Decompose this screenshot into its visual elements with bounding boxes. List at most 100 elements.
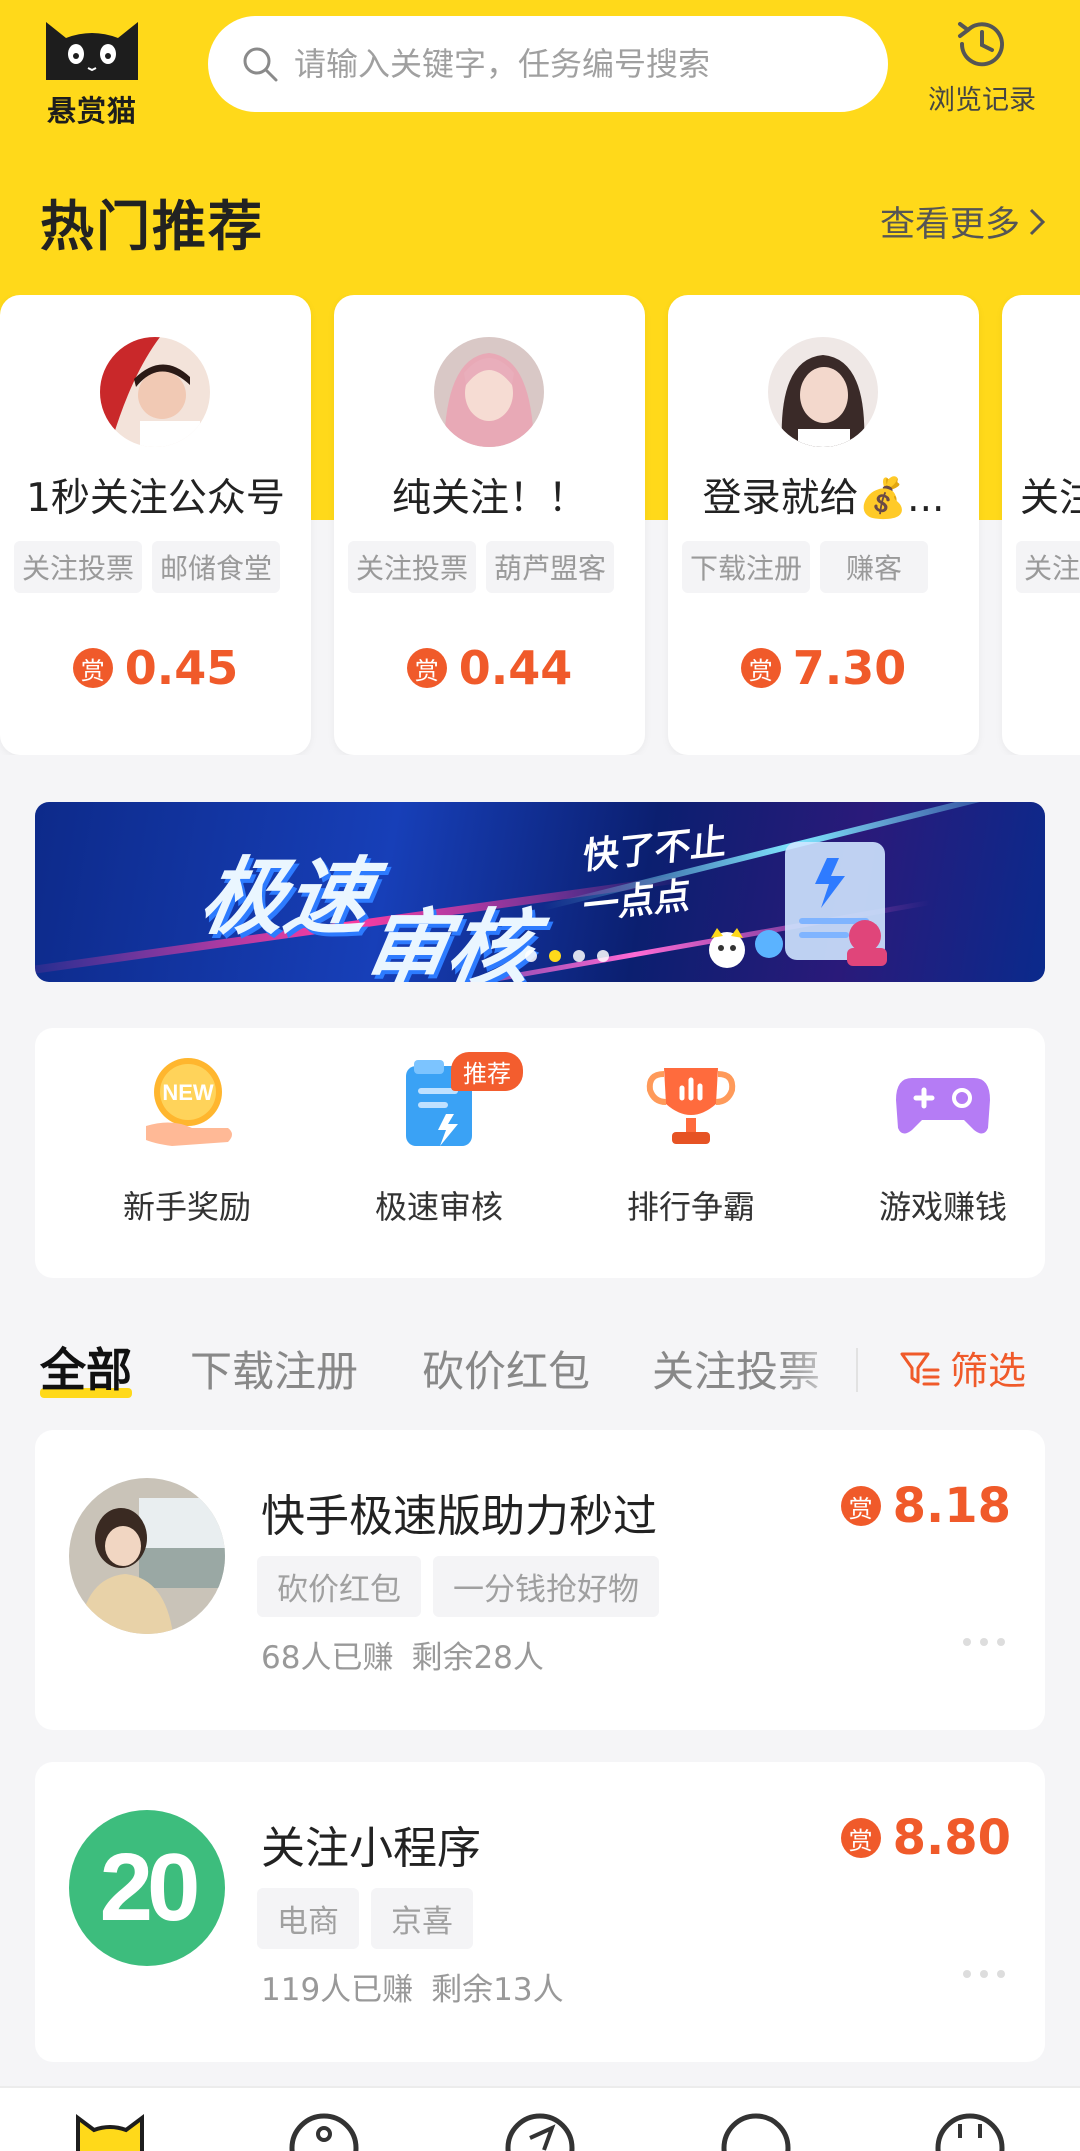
task-title: 关注小程序 xyxy=(261,1823,481,1874)
more-dots-icon[interactable] xyxy=(961,1634,1007,1650)
quick-item-newbie-reward[interactable]: NEW 新手奖励 xyxy=(87,1048,287,1268)
hot-card-title: 关注 xyxy=(1020,476,1080,521)
task-stats: 119人已赚 剩余13人 xyxy=(261,1964,564,2009)
hot-card-tags: 关注 xyxy=(1016,541,1080,593)
quick-item-label: 排行争霸 xyxy=(626,1188,755,1226)
tab-all[interactable]: 全部 xyxy=(40,1334,132,1400)
reward-badge: 赏 xyxy=(406,648,447,688)
avatar xyxy=(768,337,878,447)
tabs-divider xyxy=(856,1348,858,1392)
hot-card-tags: 关注投票 邮储食堂 xyxy=(14,541,304,593)
task-reward: 赏 8.80 xyxy=(840,1810,1011,1866)
more-dots-icon[interactable] xyxy=(961,1966,1007,1982)
nav-profile-icon[interactable] xyxy=(930,2104,1010,2151)
quick-item-label: 极速审核 xyxy=(374,1188,503,1226)
quick-item-label: 新手奖励 xyxy=(122,1188,251,1226)
nav-send-icon[interactable] xyxy=(500,2104,580,2151)
tabs-fade xyxy=(780,1330,856,1410)
quick-item-fast-review[interactable]: 推荐 极速审核 xyxy=(339,1048,539,1268)
reward-badge: 赏 xyxy=(840,1818,881,1858)
search-input[interactable] xyxy=(294,45,854,83)
quick-item-label: 游戏赚钱 xyxy=(878,1188,1007,1226)
recommend-badge: 推荐 xyxy=(451,1052,523,1091)
filter-button[interactable]: 筛选 xyxy=(898,1340,1026,1395)
history-clock-icon xyxy=(958,22,1004,67)
task-card[interactable]: 快手极速版助力秒过 砍价红包 一分钱抢好物 68人已赚 剩余28人 赏 8.18 xyxy=(35,1430,1045,1730)
see-more-label: 查看更多 xyxy=(879,205,1020,245)
pagination-dot-active[interactable] xyxy=(549,950,561,962)
hot-card[interactable]: 纯关注！！ 关注投票 葫芦盟客 赏 0.44 xyxy=(334,295,645,755)
tag: 葫芦盟客 xyxy=(486,541,615,593)
task-stats: 68人已赚 剩余28人 xyxy=(261,1632,544,1677)
task-title: 快手极速版助力秒过 xyxy=(261,1491,657,1542)
gamepad-icon xyxy=(896,1078,990,1134)
tag: 关注投票 xyxy=(14,541,143,593)
hot-card-reward: 赏 0.44 xyxy=(334,641,645,695)
tag: 赚客 xyxy=(820,541,929,593)
bottom-navigation xyxy=(0,2086,1080,2151)
remaining-count: 剩余28人 xyxy=(411,1640,544,1676)
filter-icon xyxy=(900,1352,940,1385)
tab-label: 全部 xyxy=(40,1343,132,1397)
avatar-text: 20 xyxy=(99,1834,201,1941)
tag: 关注投票 xyxy=(348,541,477,593)
tab-download-register[interactable]: 下载注册 xyxy=(190,1338,358,1399)
pagination-dot[interactable] xyxy=(573,950,585,962)
hot-card[interactable]: 关注 关注 xyxy=(1002,295,1080,755)
hot-card-tags: 下载注册 赚客 xyxy=(682,541,972,593)
filter-label: 筛选 xyxy=(950,1349,1027,1393)
quick-item-game-earn[interactable]: 游戏赚钱 xyxy=(843,1048,1043,1268)
earned-count: 68人已赚 xyxy=(261,1640,394,1676)
pagination-dot[interactable] xyxy=(525,950,537,962)
trophy-icon xyxy=(646,1068,736,1144)
banner-headline-1: 极速 xyxy=(193,848,379,946)
mascot-icon xyxy=(709,928,745,968)
hot-card-reward: 赏 7.30 xyxy=(668,641,979,695)
banner-headline-2: 审核 xyxy=(355,900,541,982)
tag: 一分钱抢好物 xyxy=(433,1556,659,1617)
avatar xyxy=(69,1478,225,1634)
tag: 关注 xyxy=(1016,541,1080,593)
hot-card[interactable]: 1秒关注公众号 关注投票 邮储食堂 赏 0.45 xyxy=(0,295,311,755)
category-tabs: 全部 下载注册 砍价红包 关注投票 筛选 xyxy=(0,1330,1080,1410)
tab-label: 下载注册 xyxy=(190,1347,359,1396)
tag: 砍价红包 xyxy=(257,1556,421,1617)
hot-card-tags: 关注投票 葫芦盟客 xyxy=(348,541,638,593)
see-more-link[interactable]: 查看更多 xyxy=(880,196,1048,247)
hot-cards-carousel[interactable]: 1秒关注公众号 关注投票 邮储食堂 赏 0.45 纯关注！！ 关注投票 葫芦盟客… xyxy=(0,295,1080,755)
reward-badge: 赏 xyxy=(740,648,781,688)
promo-banner[interactable]: 极速 审核 快了不止 一点点 xyxy=(35,802,1045,982)
app-logo[interactable]: 悬赏猫 xyxy=(36,10,148,128)
nav-message-icon[interactable] xyxy=(716,2104,796,2151)
reward-amount: 8.80 xyxy=(892,1810,1011,1866)
app-header: 悬赏猫 浏览记录 xyxy=(0,0,1080,140)
quick-item-ranking[interactable]: 排行争霸 xyxy=(591,1048,791,1268)
reward-amount: 0.44 xyxy=(458,641,573,695)
hot-card-title: 1秒关注公众号 xyxy=(26,476,285,521)
history-button[interactable]: 浏览记录 xyxy=(912,8,1052,124)
reward-amount: 0.45 xyxy=(124,641,239,695)
hot-card-title: 登录就给💰... xyxy=(702,476,945,521)
tag: 京喜 xyxy=(371,1888,473,1949)
nav-home-cat-icon[interactable] xyxy=(70,2104,150,2151)
pagination-dot[interactable] xyxy=(597,950,609,962)
earned-count: 119人已赚 xyxy=(261,1972,414,2008)
task-tags: 电商 京喜 xyxy=(257,1888,473,1949)
tab-bargain-redpacket[interactable]: 砍价红包 xyxy=(422,1338,590,1399)
new-gift-icon: NEW xyxy=(146,1058,232,1146)
task-tags: 砍价红包 一分钱抢好物 xyxy=(257,1556,659,1617)
reward-badge: 赏 xyxy=(840,1486,881,1526)
nav-task-icon[interactable] xyxy=(284,2104,364,2151)
reward-amount: 8.18 xyxy=(892,1478,1011,1534)
hot-card-title: 纯关注！！ xyxy=(391,476,587,521)
history-label: 浏览记录 xyxy=(928,85,1036,116)
hot-card[interactable]: 登录就给💰... 下载注册 赚客 赏 7.30 xyxy=(668,295,979,755)
chevron-right-icon xyxy=(1029,208,1046,235)
hot-card-reward: 赏 0.45 xyxy=(0,641,311,695)
search-bar[interactable] xyxy=(208,16,888,112)
banner-pagination[interactable] xyxy=(525,950,609,962)
task-card[interactable]: 20 关注小程序 电商 京喜 119人已赚 剩余13人 赏 8.80 xyxy=(35,1762,1045,2062)
reward-amount: 7.30 xyxy=(792,641,907,695)
reward-badge: 赏 xyxy=(72,648,113,688)
quick-menu: NEW 新手奖励 推荐 极速审核 排行争霸 游戏赚钱 xyxy=(35,1028,1045,1278)
